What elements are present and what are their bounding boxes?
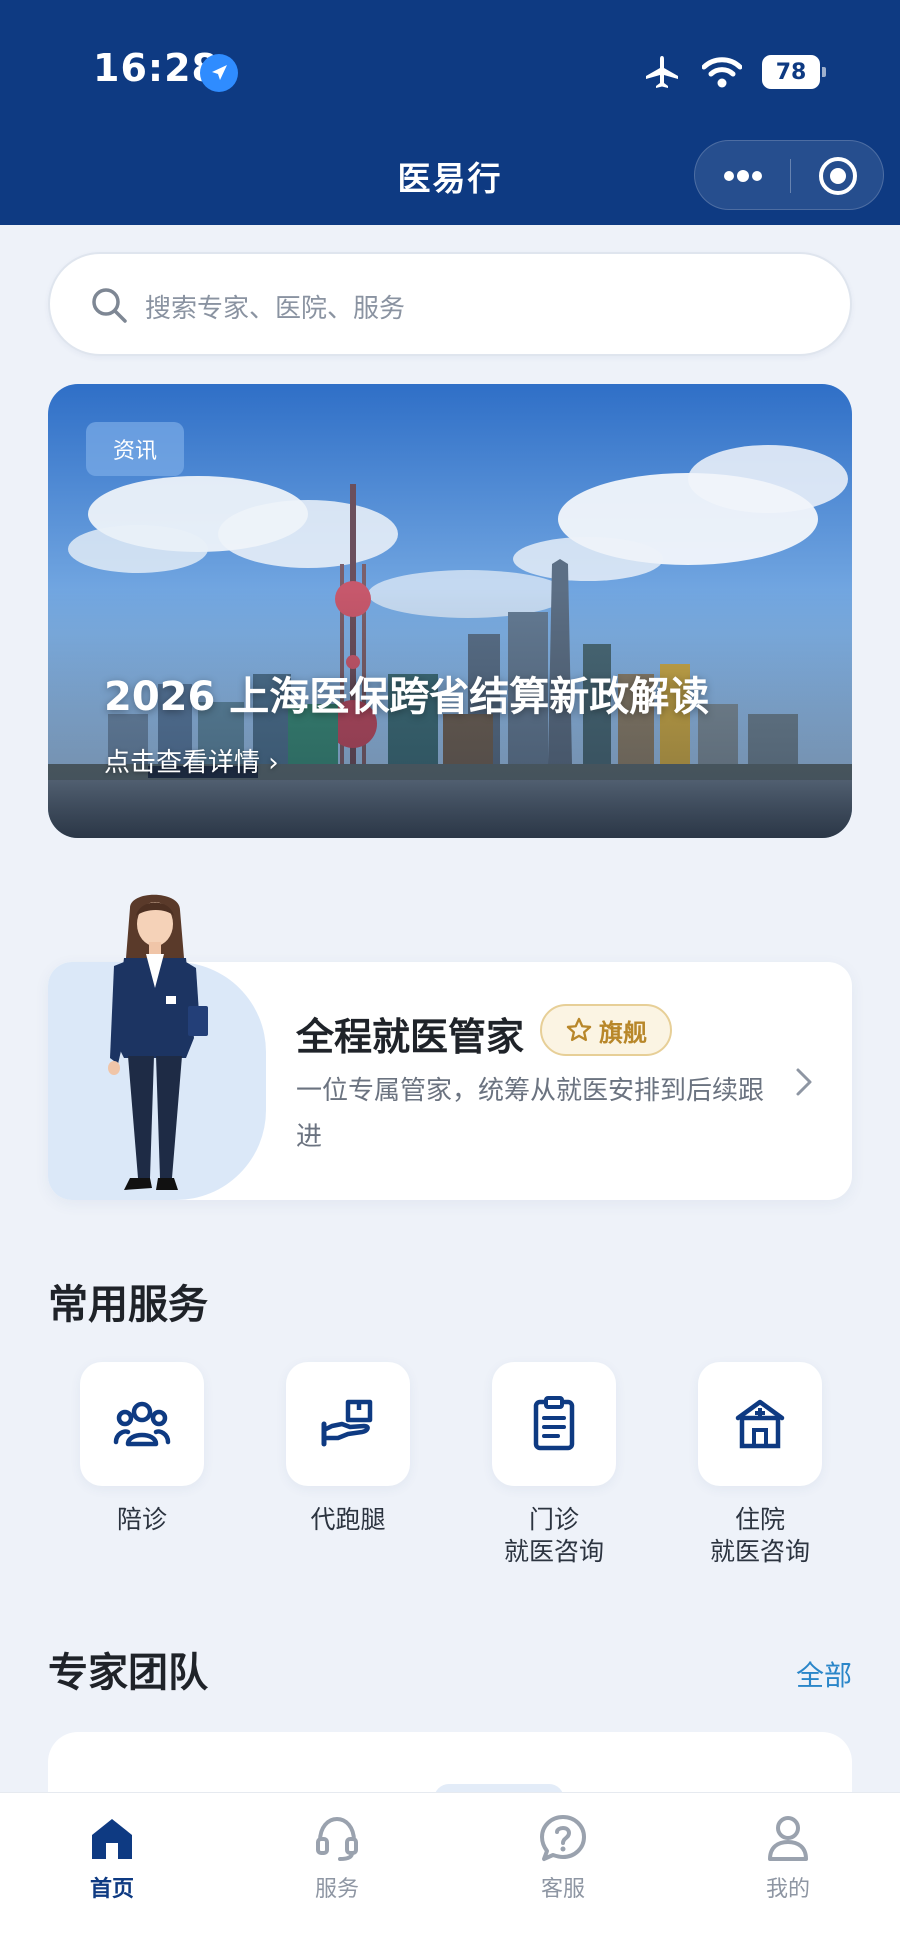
people-icon <box>113 1401 171 1447</box>
airplane-icon <box>646 56 678 88</box>
tab-label: 客服 <box>540 1877 585 1902</box>
chevron-right-icon <box>796 1068 812 1096</box>
services-section-title: 常用服务 <box>48 1282 208 1328</box>
status-indicators: 78 <box>642 52 826 92</box>
battery-indicator: 78 <box>762 55 826 89</box>
tab-label: 服务 <box>314 1877 359 1902</box>
wifi-icon <box>702 57 742 88</box>
service-escort[interactable]: 陪诊 <box>80 1362 204 1536</box>
experts-section-title: 专家团队 <box>48 1650 208 1696</box>
status-bar: 16:28 78 <box>0 0 900 150</box>
butler-title: 全程就医管家 <box>296 1015 525 1059</box>
search-icon <box>92 288 127 323</box>
tab-label: 我的 <box>765 1877 810 1902</box>
more-options-icon[interactable] <box>719 161 767 191</box>
service-outpatient-consult[interactable]: 门诊 就医咨询 <box>492 1362 616 1568</box>
news-tag: 资讯 <box>86 422 184 476</box>
service-tile[interactable] <box>80 1362 204 1486</box>
service-tile[interactable] <box>698 1362 822 1486</box>
service-label: 住院 就医咨询 <box>709 1505 810 1566</box>
banner-detail-link[interactable]: 点击查看详情 › <box>104 742 279 779</box>
experts-view-all-link[interactable]: 全部 <box>796 1654 852 1694</box>
flagship-badge: 旗舰 <box>540 1004 672 1056</box>
search-placeholder: 搜索专家、医院、服务 <box>145 294 406 324</box>
news-banner[interactable]: 资讯 2026 上海医保跨省结算新政解读 点击查看详情 › <box>48 384 852 838</box>
service-errand[interactable]: 代跑腿 <box>286 1362 410 1536</box>
tab-customer-service[interactable]: 客服 <box>503 1813 623 1903</box>
butler-description: 一位专属管家，统筹从就医安排到后续跟进 <box>296 1076 765 1152</box>
service-tile[interactable] <box>286 1362 410 1486</box>
tab-home[interactable]: 首页 <box>52 1813 172 1903</box>
flagship-badge-label: 旗舰 <box>599 1018 647 1047</box>
hospital-icon <box>735 1399 785 1449</box>
help-icon <box>540 1815 586 1861</box>
bottom-tab-bar: 首页 服务 客服 我的 <box>0 1792 900 1957</box>
service-tile[interactable] <box>492 1362 616 1486</box>
service-inpatient-consult[interactable]: 住院 就医咨询 <box>698 1362 822 1568</box>
miniprogram-capsule <box>694 140 884 210</box>
battery-level: 78 <box>775 59 807 85</box>
tab-profile[interactable]: 我的 <box>728 1813 848 1903</box>
hand-package-icon <box>321 1399 373 1447</box>
banner-headline: 2026 上海医保跨省结算新政解读 <box>104 674 710 720</box>
headset-icon <box>316 1816 358 1861</box>
close-miniprogram-icon[interactable] <box>817 155 859 197</box>
butler-illustration <box>108 894 208 1190</box>
service-label: 代跑腿 <box>310 1505 386 1534</box>
star-icon <box>566 1017 592 1042</box>
capsule-divider <box>790 159 791 193</box>
service-label: 门诊 就医咨询 <box>503 1505 604 1566</box>
app-header: 16:28 78 医易行 <box>0 0 900 225</box>
search-input[interactable]: 搜索专家、医院、服务 <box>48 252 852 356</box>
tab-label: 首页 <box>89 1877 134 1902</box>
user-icon <box>768 1816 808 1861</box>
service-label: 陪诊 <box>116 1505 167 1534</box>
home-icon <box>92 1819 132 1859</box>
tab-service[interactable]: 服务 <box>277 1813 397 1903</box>
clipboard-icon <box>533 1396 575 1451</box>
location-arrow-icon <box>200 54 238 92</box>
